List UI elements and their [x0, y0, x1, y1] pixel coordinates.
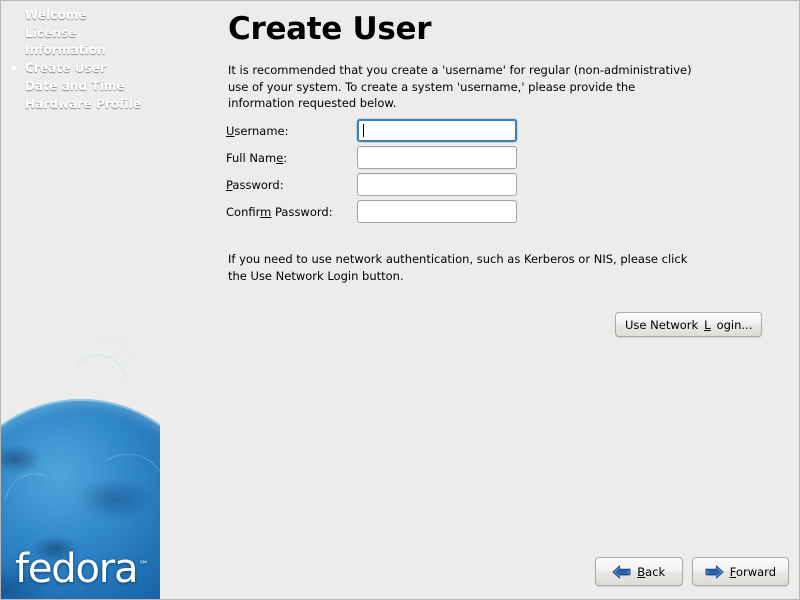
forward-button[interactable]: Forward [692, 557, 789, 586]
trademark-icon: ™ [138, 560, 148, 571]
sidebar-item-hardware-profile[interactable]: Hardware Profile [1, 96, 160, 113]
mnemonic-char: L [704, 318, 710, 332]
fedora-wordmark: fedora [15, 546, 137, 592]
label-text: sername: [234, 124, 288, 138]
sidebar-item-welcome[interactable]: Welcome [1, 7, 160, 24]
sidebar: Welcome License Information Create User … [1, 1, 160, 599]
form-row-full-name: Full Name: [226, 146, 586, 173]
username-label: Username: [226, 124, 289, 138]
sidebar-item-label: Hardware Profile [25, 97, 141, 111]
label-text: ack [645, 565, 665, 579]
button-label: Use Network [625, 318, 698, 332]
sidebar-item-label: Date and Time [25, 79, 125, 93]
firstboot-window: Welcome License Information Create User … [0, 0, 800, 600]
label-text: Confir [226, 205, 260, 219]
label-text: Full Nam [226, 151, 276, 165]
button-label: ogin... [717, 318, 753, 332]
mnemonic-char: m [260, 205, 271, 219]
intro-paragraph: It is recommended that you create a 'use… [228, 62, 703, 112]
back-button[interactable]: Back [595, 557, 683, 586]
username-input[interactable] [357, 119, 517, 142]
label-text: Password: [271, 205, 332, 219]
sidebar-item-label: Create User [25, 61, 106, 75]
mnemonic-char: B [637, 565, 645, 579]
fedora-logo: fedora™ [15, 549, 148, 589]
password-label: Password: [226, 178, 284, 192]
form-row-password: Password: [226, 173, 586, 200]
sidebar-item-label: Welcome [25, 8, 87, 22]
text-caret [363, 124, 364, 137]
triangle-right-icon [12, 65, 17, 71]
form-row-username: Username: [226, 119, 586, 146]
confirm-password-label: Confirm Password: [226, 205, 333, 219]
content-pane: Create User It is recommended that you c… [160, 1, 799, 599]
network-auth-paragraph: If you need to use network authenticatio… [228, 251, 703, 284]
arrow-left-icon [612, 565, 631, 579]
page-title: Create User [228, 11, 431, 47]
full-name-label: Full Name: [226, 151, 287, 165]
button-text: Forward [730, 565, 776, 579]
arrow-right-icon [705, 565, 724, 579]
sidebar-item-label: License Information [25, 26, 106, 57]
confirm-password-input[interactable] [357, 200, 517, 223]
sidebar-nav: Welcome License Information Create User … [1, 7, 160, 114]
sidebar-item-date-and-time[interactable]: Date and Time [1, 78, 160, 95]
button-text: Back [637, 565, 665, 579]
sidebar-item-create-user[interactable]: Create User [1, 60, 160, 77]
label-text: : [283, 151, 287, 165]
sidebar-item-license-information[interactable]: License Information [1, 25, 160, 59]
label-text: orward [736, 565, 776, 579]
label-text: assword: [232, 178, 283, 192]
form-row-confirm-password: Confirm Password: [226, 200, 586, 227]
password-input[interactable] [357, 173, 517, 196]
wizard-navigation: Back Forward [595, 557, 789, 586]
full-name-input[interactable] [357, 146, 517, 169]
use-network-login-button[interactable]: Use Network Login... [615, 312, 762, 337]
create-user-form: Username: Full Name: Password: Confirm P… [226, 119, 586, 227]
